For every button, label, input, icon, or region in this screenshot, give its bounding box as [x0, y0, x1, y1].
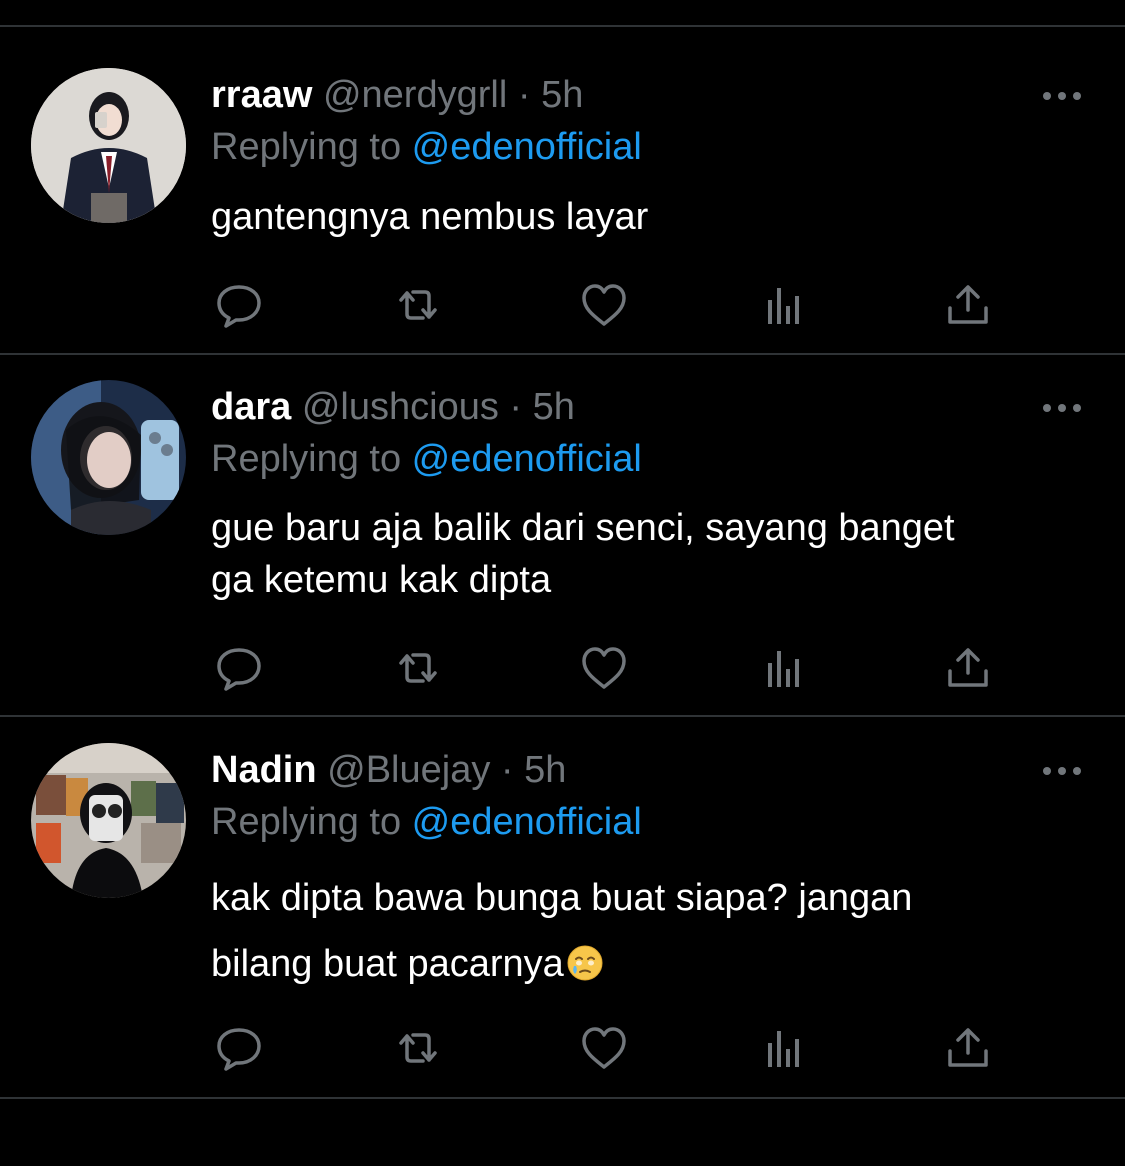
replying-prefix: Replying to [211, 438, 412, 480]
timestamp[interactable]: 5h [524, 749, 566, 791]
retweet-icon [399, 653, 437, 683]
like-button[interactable] [579, 280, 629, 330]
tweet-text: gue baru aja balik dari senci, sayang ba… [211, 507, 955, 601]
timestamp[interactable]: 5h [541, 74, 583, 116]
reply-button[interactable] [214, 280, 264, 330]
more-options-button[interactable] [1040, 86, 1084, 106]
retweet-button[interactable] [393, 280, 443, 330]
replying-to: Replying to @edenofficial [211, 434, 642, 484]
display-name[interactable]: Nadin [211, 749, 317, 791]
tweet-header: rraaw @nerdygrll · 5h [211, 70, 583, 120]
share-button[interactable] [943, 280, 993, 330]
tweet-header: Nadin @Bluejay · 5h [211, 745, 566, 795]
share-icon [948, 648, 988, 687]
user-handle[interactable]: @nerdygrll [323, 74, 507, 116]
reply-button[interactable] [214, 1023, 264, 1073]
tweet-header: dara @lushcious · 5h [211, 382, 575, 432]
share-button[interactable] [943, 1023, 993, 1073]
views-icon [768, 651, 799, 687]
action-bar [211, 1023, 1011, 1073]
views-button[interactable] [761, 280, 811, 330]
user-handle[interactable]: @Bluejay [327, 749, 490, 791]
replying-to: Replying to @edenofficial [211, 797, 642, 847]
more-options-button[interactable] [1040, 761, 1084, 781]
like-icon [582, 1027, 626, 1069]
mention-link[interactable]: @edenofficial [412, 438, 642, 480]
timestamp[interactable]: 5h [533, 386, 575, 428]
separator-dot: · [509, 386, 523, 428]
user-handle[interactable]: @lushcious [302, 386, 499, 428]
retweet-icon [399, 1033, 437, 1063]
share-icon [948, 1028, 988, 1067]
share-button[interactable] [943, 643, 993, 693]
display-name[interactable]: dara [211, 386, 291, 428]
tweet-text: kak dipta bawa bunga buat siapa? jangan … [211, 865, 1091, 997]
tweet-reply[interactable]: dara @lushcious · 5h Replying to @edenof… [0, 355, 1125, 717]
avatar[interactable] [31, 68, 186, 223]
retweet-button[interactable] [393, 1023, 443, 1073]
action-bar [211, 280, 1011, 330]
action-bar [211, 643, 1011, 693]
mention-link[interactable]: @edenofficial [412, 126, 642, 168]
face-holding-back-tears-icon [566, 937, 604, 981]
more-horizontal-icon [1043, 767, 1081, 775]
like-button[interactable] [579, 1023, 629, 1073]
replying-prefix: Replying to [211, 801, 412, 843]
separator-dot: · [500, 749, 514, 791]
more-horizontal-icon [1043, 404, 1081, 412]
tweet-divider [0, 1097, 1125, 1099]
mention-link[interactable]: @edenofficial [412, 801, 642, 843]
views-button[interactable] [761, 643, 811, 693]
avatar[interactable] [31, 743, 186, 898]
views-icon [768, 288, 799, 324]
avatar[interactable] [31, 380, 186, 535]
retweet-icon [399, 290, 437, 320]
like-icon [582, 647, 626, 689]
more-horizontal-icon [1043, 92, 1081, 100]
display-name[interactable]: rraaw [211, 74, 312, 116]
views-button[interactable] [761, 1023, 811, 1073]
separator-dot: · [517, 74, 531, 116]
tweet-reply[interactable]: rraaw @nerdygrll · 5h Replying to @edeno… [0, 0, 1125, 355]
share-icon [948, 285, 988, 324]
tweet-text-content: kak dipta bawa bunga buat siapa? jangan … [211, 877, 913, 985]
retweet-button[interactable] [393, 643, 443, 693]
views-icon [768, 1031, 799, 1067]
like-button[interactable] [579, 643, 629, 693]
more-options-button[interactable] [1040, 398, 1084, 418]
reply-icon [217, 648, 261, 691]
replying-prefix: Replying to [211, 126, 412, 168]
tweet-reply[interactable]: Nadin @Bluejay · 5h Replying to @edenoff… [0, 717, 1125, 1099]
like-icon [582, 284, 626, 326]
tweet-text: gantengnya nembus layar [211, 196, 649, 238]
replying-to: Replying to @edenofficial [211, 122, 642, 172]
reply-icon [217, 1028, 261, 1071]
reply-icon [217, 285, 261, 328]
reply-button[interactable] [214, 643, 264, 693]
